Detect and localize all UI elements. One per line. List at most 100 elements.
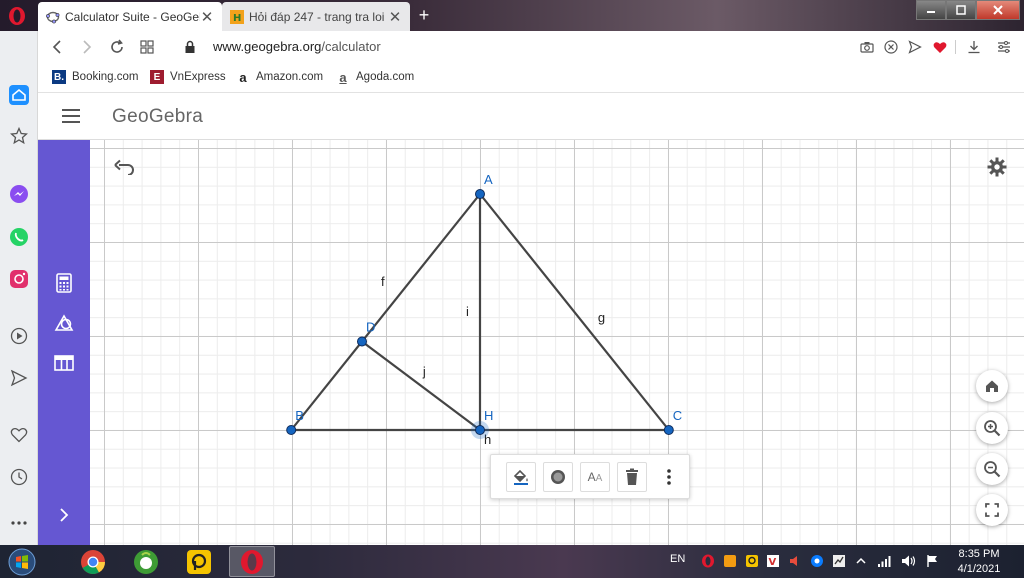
ad-block-icon[interactable] — [883, 39, 899, 55]
lock-icon[interactable] — [181, 38, 199, 56]
home-view-button[interactable] — [976, 370, 1008, 402]
bookmark-label: Amazon.com — [256, 71, 324, 83]
divider — [955, 40, 956, 54]
more-options-icon[interactable] — [654, 462, 684, 492]
input-language[interactable]: EN — [670, 553, 685, 565]
minimize-button[interactable] — [916, 0, 946, 20]
close-window-button[interactable] — [976, 0, 1020, 20]
color-fill-bucket-icon[interactable] — [506, 462, 536, 492]
chrome-taskbar-icon[interactable] — [70, 546, 116, 577]
more-sidebar-icon[interactable] — [7, 511, 31, 535]
calculator-icon[interactable] — [53, 272, 75, 294]
tabs-grid-icon[interactable] — [138, 38, 156, 56]
coccoc-taskbar-icon[interactable] — [123, 546, 169, 577]
home-speed-dial-icon[interactable] — [7, 83, 31, 107]
bookmark-label: Booking.com — [72, 71, 139, 83]
send-flow-icon[interactable] — [7, 366, 31, 390]
snapshot-camera-icon[interactable] — [859, 39, 875, 55]
star-bookmarks-icon[interactable] — [7, 124, 31, 148]
opera-logo-icon[interactable] — [6, 5, 28, 27]
segment-f[interactable] — [290, 193, 481, 431]
svg-text:V: V — [769, 557, 777, 568]
fullscreen-button[interactable] — [976, 494, 1008, 526]
object-style-bar: AA — [490, 454, 690, 499]
forward-button[interactable] — [78, 38, 96, 56]
zoom-in-button[interactable] — [976, 412, 1008, 444]
segment-label-g: g — [598, 310, 605, 325]
delete-trash-icon[interactable] — [617, 462, 647, 492]
bookmark-vnexpress[interactable]: E VnExpress — [150, 70, 226, 84]
bookmark-agoda[interactable]: a Agoda.com — [336, 70, 415, 85]
segment-j[interactable] — [361, 340, 481, 431]
opera-taskbar-icon[interactable] — [229, 546, 275, 577]
segment-g[interactable] — [479, 193, 670, 431]
ultraviewer-taskbar-icon[interactable] — [176, 546, 222, 577]
start-button-windows-icon[interactable] — [4, 546, 40, 577]
segment-label-i: i — [466, 304, 469, 319]
tab-close-icon[interactable]: ✕ — [388, 8, 402, 26]
heart-bookmark-icon[interactable] — [932, 39, 948, 55]
action-center-flag-icon[interactable] — [925, 553, 941, 569]
opera-tray-icon[interactable] — [700, 553, 716, 569]
table-icon[interactable] — [53, 352, 75, 374]
point-style-icon[interactable] — [543, 462, 573, 492]
player-icon[interactable] — [7, 324, 31, 348]
tools-geometry-icon[interactable] — [53, 312, 75, 334]
app-chart-tray-icon[interactable] — [831, 553, 847, 569]
point-label-D: D — [366, 320, 375, 335]
point-D[interactable] — [357, 336, 367, 347]
tab-geogebra[interactable]: Calculator Suite - GeoGebr ✕ — [38, 2, 222, 31]
menu-hamburger-icon[interactable] — [62, 109, 80, 123]
maximize-button[interactable] — [946, 0, 976, 20]
point-C[interactable] — [663, 425, 674, 435]
whatsapp-icon[interactable] — [7, 225, 31, 249]
network-signal-icon[interactable] — [877, 553, 893, 569]
segment-label-f: f — [381, 274, 385, 289]
svg-text:H: H — [233, 13, 241, 24]
ultraviewer-tray-icon[interactable] — [744, 553, 760, 569]
bookmarks-bar: B. Booking.com E VnExpress a Amazon.com … — [38, 63, 1024, 93]
tab-hoidap247[interactable]: H Hỏi đáp 247 - trang tra loi ✕ — [222, 2, 410, 31]
bookmark-amazon[interactable]: a Amazon.com — [236, 70, 324, 85]
volume-icon[interactable] — [901, 553, 917, 569]
tab-close-icon[interactable]: ✕ — [200, 8, 214, 26]
opera-sidebar — [0, 31, 38, 545]
settings-gear-icon[interactable] — [986, 156, 1008, 178]
tab-title: Calculator Suite - GeoGebr — [65, 9, 200, 24]
booking-icon: B. — [52, 70, 66, 84]
instagram-icon[interactable] — [7, 267, 31, 291]
point-label-B: B — [295, 408, 304, 423]
url-field[interactable]: www.geogebra.org/calculator — [213, 39, 381, 54]
show-hidden-icons-icon[interactable] — [853, 553, 869, 569]
point-H[interactable] — [475, 425, 485, 435]
zalo-tray-icon[interactable] — [809, 553, 825, 569]
reload-button[interactable] — [108, 38, 126, 56]
messenger-icon[interactable] — [7, 182, 31, 206]
point-B[interactable] — [286, 425, 297, 435]
back-button[interactable] — [48, 38, 66, 56]
bookmark-label: VnExpress — [170, 71, 226, 83]
send-to-flow-icon[interactable] — [907, 39, 923, 55]
windows-taskbar: EN V 8:35 PM 4/1/2021 — [0, 545, 1024, 578]
bookmark-booking[interactable]: B. Booking.com — [52, 70, 138, 84]
vietkey-tray-icon[interactable]: V — [765, 553, 781, 569]
zoom-out-button[interactable] — [976, 453, 1008, 485]
point-A[interactable] — [475, 189, 485, 199]
easy-setup-icon[interactable] — [996, 39, 1012, 55]
download-icon[interactable] — [966, 39, 982, 55]
speaker-app-tray-icon[interactable] — [787, 553, 803, 569]
app-tray-icon[interactable] — [722, 553, 738, 569]
url-path: /calculator — [321, 39, 381, 54]
new-tab-button[interactable]: + — [414, 4, 434, 26]
expand-chevron-icon[interactable] — [53, 504, 75, 526]
heart-favorites-icon[interactable] — [7, 423, 31, 447]
text-style-label: AA — [587, 470, 603, 484]
clock-date: 4/1/2021 — [957, 563, 1001, 575]
bookmark-label: Agoda.com — [356, 71, 415, 83]
text-style-button[interactable]: AA — [580, 462, 610, 492]
taskbar-clock[interactable]: 8:35 PM 4/1/2021 — [952, 547, 1006, 577]
undo-icon[interactable] — [114, 156, 136, 178]
geogebra-favicon-icon — [46, 10, 60, 24]
point-label-C: C — [673, 408, 682, 423]
history-clock-icon[interactable] — [7, 465, 31, 489]
